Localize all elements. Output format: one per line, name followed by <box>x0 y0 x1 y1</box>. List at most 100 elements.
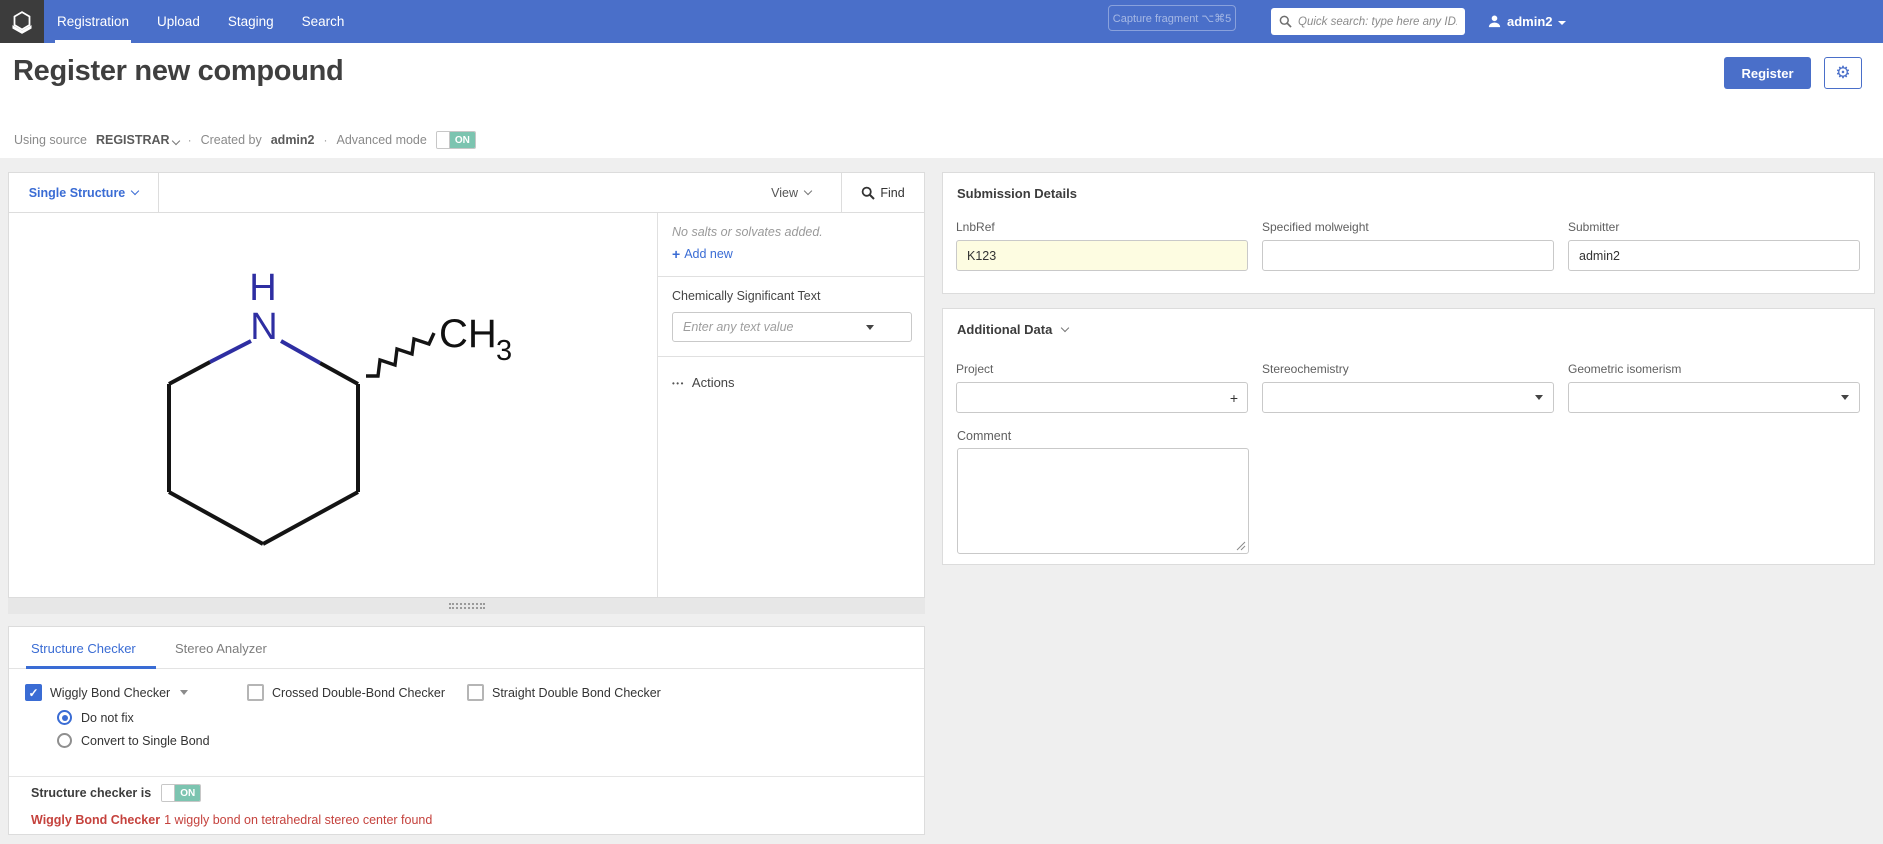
molweight-label: Specified molweight <box>1262 220 1554 234</box>
project-input[interactable] <box>956 382 1248 413</box>
checker-crossed-double-bond[interactable]: Crossed Double-Bond Checker <box>247 684 445 701</box>
molecule-canvas[interactable]: H N CH 3 <box>9 213 657 599</box>
submission-details-card: Submission Details LnbRef Specified molw… <box>942 172 1875 294</box>
checker-wiggly-bond[interactable]: ✓ Wiggly Bond Checker <box>25 684 188 701</box>
register-button[interactable]: Register <box>1724 57 1811 89</box>
divider <box>9 776 924 777</box>
active-tab-indicator <box>26 666 156 669</box>
actions-label: Actions <box>692 375 735 390</box>
cst-input[interactable] <box>672 312 912 342</box>
project-label: Project <box>956 362 1248 376</box>
field-stereochemistry: Stereochemistry <box>1262 362 1554 413</box>
structure-mode-dropdown[interactable]: Single Structure <box>9 173 159 212</box>
lnbref-input[interactable] <box>956 240 1248 271</box>
app-logo[interactable] <box>0 0 44 43</box>
lnbref-label: LnbRef <box>956 220 1248 234</box>
search-icon <box>1279 15 1292 28</box>
checker-straight-double-bond[interactable]: Straight Double Bond Checker <box>467 684 661 701</box>
radio-convert-to-single-bond[interactable]: Convert to Single Bond <box>57 733 210 748</box>
hexagon-logo-icon <box>7 6 37 38</box>
settings-button[interactable]: ⚙ <box>1824 57 1862 89</box>
page-header: Register new compound Using source REGIS… <box>0 43 1883 158</box>
nav-item-label: Registration <box>57 14 129 29</box>
checkbox-unchecked-icon[interactable] <box>467 684 484 701</box>
radio-selected-icon[interactable] <box>57 710 72 725</box>
created-by-value: admin2 <box>271 133 315 147</box>
advanced-mode-label: Advanced mode <box>337 133 427 147</box>
created-by-label: Created by <box>201 133 262 147</box>
view-dropdown[interactable]: View <box>771 173 841 212</box>
structure-mode-label: Single Structure <box>29 186 126 200</box>
substituent-subscript: 3 <box>496 335 512 367</box>
field-specified-molweight: Specified molweight <box>1262 220 1554 271</box>
add-salt-button[interactable]: + Add new <box>672 246 910 262</box>
panel-splitter[interactable] <box>8 598 925 614</box>
atom-h-label: H <box>249 267 276 309</box>
user-menu[interactable]: admin2 <box>1487 0 1566 43</box>
substituent-ch-label: CH <box>439 312 497 356</box>
page-title: Register new compound <box>13 55 343 88</box>
nav-item-label: Upload <box>157 14 200 29</box>
structure-checker-toggle[interactable]: ON <box>161 784 201 802</box>
search-icon <box>861 186 875 200</box>
actions-block: ••• Actions <box>658 357 924 404</box>
stereochemistry-select[interactable] <box>1262 382 1554 413</box>
resize-grip-icon[interactable] <box>1236 541 1246 551</box>
toggle-state: ON <box>450 132 475 148</box>
nav-item-staging[interactable]: Staging <box>228 0 274 43</box>
additional-data-label: Additional Data <box>957 322 1052 337</box>
username-label: admin2 <box>1507 14 1553 29</box>
checkbox-unchecked-icon[interactable] <box>247 684 264 701</box>
find-button[interactable]: Find <box>841 173 924 212</box>
using-source-label: Using source <box>14 133 87 147</box>
checker-label: Wiggly Bond Checker <box>50 686 170 700</box>
source-value: REGISTRAR <box>96 133 170 147</box>
radio-do-not-fix[interactable]: Do not fix <box>57 710 134 725</box>
comment-textarea[interactable] <box>957 448 1249 554</box>
nav-item-registration[interactable]: Registration <box>57 0 129 43</box>
nav-item-label: Staging <box>228 14 274 29</box>
geometric-isomerism-select[interactable] <box>1568 382 1860 413</box>
geometric-isomerism-label: Geometric isomerism <box>1568 362 1860 376</box>
gear-icon: ⚙ <box>1835 63 1850 83</box>
additional-data-title[interactable]: Additional Data <box>957 322 1068 337</box>
submitter-label: Submitter <box>1568 220 1860 234</box>
checker-label: Crossed Double-Bond Checker <box>272 686 445 700</box>
additional-data-card: Additional Data Project + Stereochemistr… <box>942 308 1875 565</box>
splitter-grip-icon <box>449 603 485 609</box>
nav-item-upload[interactable]: Upload <box>157 0 200 43</box>
molweight-input[interactable] <box>1262 240 1554 271</box>
field-lnbref: LnbRef <box>956 220 1248 271</box>
checkbox-checked-icon[interactable]: ✓ <box>25 684 42 701</box>
source-selector[interactable]: REGISTRAR <box>96 133 179 147</box>
radio-unselected-icon[interactable] <box>57 733 72 748</box>
radio-label: Convert to Single Bond <box>81 734 210 748</box>
separator-dot: · <box>324 133 328 147</box>
capture-fragment-button[interactable]: Capture fragment ⌥⌘5 <box>1108 5 1236 31</box>
page-subtitle: Using source REGISTRAR · Created by admi… <box>14 131 476 149</box>
toggle-knob <box>162 785 175 801</box>
advanced-mode-toggle[interactable]: ON <box>436 131 476 149</box>
tab-structure-checker[interactable]: Structure Checker <box>31 627 136 669</box>
checker-tabs: Structure Checker Stereo Analyzer <box>9 627 924 669</box>
add-new-label: Add new <box>684 247 733 261</box>
checker-label: Straight Double Bond Checker <box>492 686 661 700</box>
tab-stereo-analyzer[interactable]: Stereo Analyzer <box>175 627 267 669</box>
salts-empty-text: No salts or solvates added. <box>672 225 910 239</box>
radio-label: Do not fix <box>81 711 134 725</box>
navbar: Registration Upload Staging Search Captu… <box>0 0 1883 43</box>
structure-panel-header: Single Structure View Find <box>9 173 924 213</box>
status-label: Structure checker is <box>31 786 151 800</box>
error-checker-name: Wiggly Bond Checker <box>31 813 160 827</box>
chevron-down-icon <box>171 137 179 145</box>
error-text: 1 wiggly bond on tetrahedral stereo cent… <box>164 813 432 827</box>
quick-search-input[interactable] <box>1298 16 1457 28</box>
field-submitter: Submitter <box>1568 220 1860 271</box>
chevron-down-icon[interactable] <box>180 690 188 695</box>
submitter-input[interactable] <box>1568 240 1860 271</box>
toggle-knob <box>437 132 450 148</box>
nav-item-search[interactable]: Search <box>302 0 345 43</box>
main-nav: Registration Upload Staging Search <box>57 0 344 43</box>
actions-menu-button[interactable]: ••• Actions <box>672 375 910 390</box>
nav-item-label: Search <box>302 14 345 29</box>
